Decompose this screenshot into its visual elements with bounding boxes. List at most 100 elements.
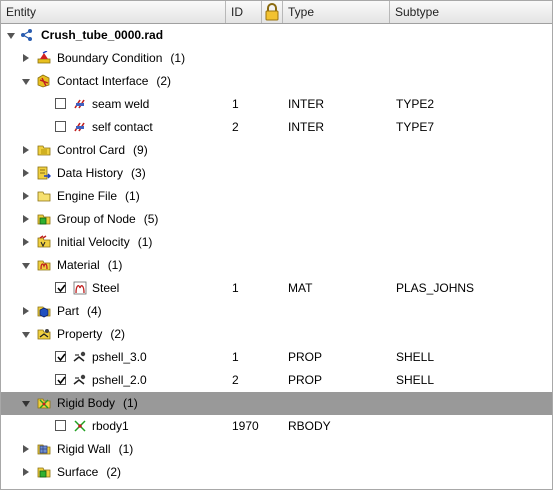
contact-item-icon — [74, 99, 85, 109]
row-label: Surface (2) — [57, 465, 122, 479]
row-subtype: TYPE2 — [396, 97, 435, 111]
row-label: Contact Interface (2) — [57, 74, 172, 88]
row-label: Group of Node (5) — [57, 212, 159, 226]
row-id: 1 — [232, 97, 239, 111]
row-label: pshell_2.0 — [92, 373, 147, 387]
row-label: Boundary Condition (1) — [57, 51, 186, 65]
lock-icon — [265, 3, 279, 21]
row-label: Rigid Body (1) — [57, 396, 138, 410]
tree-row-pshell-3-0[interactable]: pshell_3.0 1 PROP SHELL — [1, 346, 552, 369]
data-history-icon — [37, 166, 51, 180]
tree-row-pshell-2-0[interactable]: pshell_2.0 2 PROP SHELL — [1, 369, 552, 392]
entity-browser: Entity ID Type Subtype Crush_tube_0000.r… — [0, 0, 553, 490]
material-item-icon — [73, 281, 87, 295]
row-label: Property (2) — [57, 327, 126, 341]
expand-toggle[interactable] — [23, 54, 29, 62]
collapse-toggle[interactable] — [22, 79, 30, 85]
row-label: rbody1 — [92, 419, 129, 433]
tree-row-rigid-wall[interactable]: Rigid Wall (1) — [1, 438, 552, 461]
tree-row-part[interactable]: Part (4) — [1, 300, 552, 323]
tree-row-group-of-node[interactable]: Group of Node (5) — [1, 208, 552, 231]
column-header: Entity ID Type Subtype — [1, 1, 552, 24]
material-icon — [37, 260, 51, 271]
row-label: Control Card (9) — [57, 143, 148, 157]
tree-row-material[interactable]: Material (1) — [1, 254, 552, 277]
rigid-wall-icon — [37, 444, 51, 455]
node-group-icon — [37, 214, 51, 225]
row-label: Rigid Wall (1) — [57, 442, 134, 456]
visibility-checkbox[interactable] — [55, 98, 66, 109]
model-tree-icon — [21, 29, 32, 41]
row-type: MAT — [288, 281, 313, 295]
row-label: Part (4) — [57, 304, 102, 318]
folder-icon — [37, 191, 51, 202]
collapse-toggle[interactable] — [22, 401, 30, 407]
visibility-checkbox[interactable] — [55, 282, 66, 293]
row-subtype: SHELL — [396, 350, 435, 364]
tree-row-steel[interactable]: Steel 1 MAT PLAS_JOHNS — [1, 277, 552, 300]
visibility-checkbox[interactable] — [55, 351, 66, 362]
tree-row-data-history[interactable]: Data History (3) — [1, 162, 552, 185]
visibility-checkbox[interactable] — [55, 374, 66, 385]
property-icon — [37, 329, 51, 340]
contact-item-icon — [74, 122, 85, 132]
tree-row-seam-weld[interactable]: seam weld 1 INTER TYPE2 — [1, 93, 552, 116]
property-item-icon — [73, 351, 86, 362]
collapse-toggle[interactable] — [7, 33, 15, 39]
expand-toggle[interactable] — [23, 169, 29, 177]
collapse-toggle[interactable] — [22, 263, 30, 269]
boundary-condition-icon — [37, 51, 51, 64]
visibility-checkbox[interactable] — [55, 420, 66, 431]
row-id: 2 — [232, 373, 239, 387]
column-subtype[interactable]: Subtype — [390, 1, 552, 23]
tree-row-initial-velocity[interactable]: Initial Velocity (1) — [1, 231, 552, 254]
tree-root-row[interactable]: Crush_tube_0000.rad — [1, 24, 552, 47]
tree-rows: Crush_tube_0000.rad Boundary Condition (1… — [1, 24, 552, 484]
checkmark-icon — [57, 376, 66, 385]
row-label: self contact — [92, 120, 153, 134]
property-item-icon — [73, 374, 86, 385]
tree-row-rigid-body[interactable]: Rigid Body (1) — [1, 392, 552, 415]
tree-row-surface[interactable]: Surface (2) — [1, 461, 552, 484]
row-id: 1970 — [232, 419, 259, 433]
initial-velocity-icon — [37, 235, 51, 248]
expand-toggle[interactable] — [23, 215, 29, 223]
row-id: 2 — [232, 120, 239, 134]
expand-toggle[interactable] — [23, 192, 29, 200]
tree-row-boundary-condition[interactable]: Boundary Condition (1) — [1, 47, 552, 70]
row-subtype: SHELL — [396, 373, 435, 387]
row-label: Data History (3) — [57, 166, 146, 180]
tree-row-rbody1[interactable]: rbody1 1970 RBODY — [1, 415, 552, 438]
part-icon — [37, 306, 51, 318]
row-label: pshell_3.0 — [92, 350, 147, 364]
tree-row-property[interactable]: Property (2) — [1, 323, 552, 346]
tree-row-control-card[interactable]: Control Card (9) — [1, 139, 552, 162]
control-card-icon — [37, 145, 51, 156]
row-type: INTER — [288, 120, 324, 134]
row-label: Initial Velocity (1) — [57, 235, 153, 249]
row-label: seam weld — [92, 97, 150, 111]
row-type: PROP — [288, 350, 323, 364]
expand-toggle[interactable] — [23, 468, 29, 476]
tree-row-engine-file[interactable]: Engine File (1) — [1, 185, 552, 208]
expand-toggle[interactable] — [23, 238, 29, 246]
surface-icon — [37, 467, 51, 478]
row-label: Steel — [92, 281, 120, 295]
column-id[interactable]: ID — [226, 1, 262, 23]
row-label: Engine File (1) — [57, 189, 140, 203]
column-type[interactable]: Type — [283, 1, 390, 23]
checkmark-icon — [57, 353, 66, 362]
row-id: 1 — [232, 281, 239, 295]
column-entity[interactable]: Entity — [1, 1, 226, 23]
collapse-toggle[interactable] — [22, 332, 30, 338]
visibility-checkbox[interactable] — [55, 121, 66, 132]
checkmark-icon — [57, 284, 66, 293]
expand-toggle[interactable] — [23, 146, 29, 154]
tree-row-self-contact[interactable]: self contact 2 INTER TYPE7 — [1, 116, 552, 139]
row-type: INTER — [288, 97, 324, 111]
expand-toggle[interactable] — [23, 307, 29, 315]
expand-toggle[interactable] — [23, 445, 29, 453]
column-lock[interactable] — [262, 1, 283, 23]
row-label: Material (1) — [57, 258, 123, 272]
tree-row-contact-interface[interactable]: Contact Interface (2) — [1, 70, 552, 93]
